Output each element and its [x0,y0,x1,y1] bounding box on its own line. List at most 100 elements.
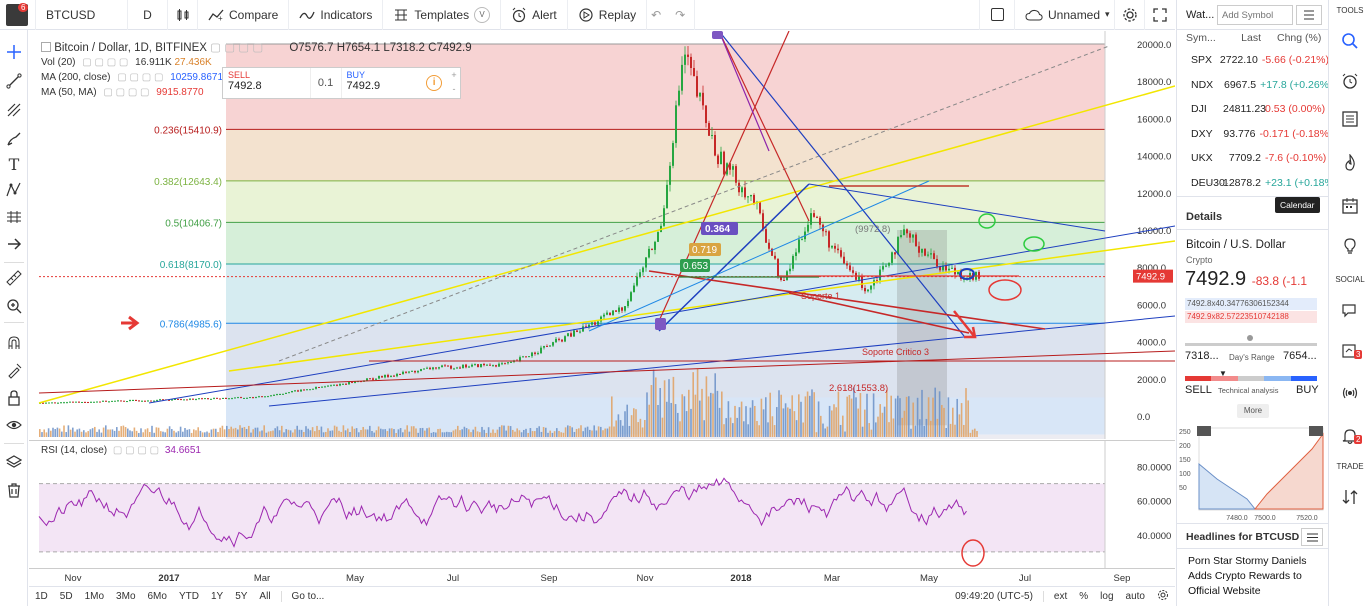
add-symbol-input[interactable] [1217,5,1293,25]
lock-icon[interactable] [4,388,24,408]
depth-y-tick: 250 [1179,429,1191,436]
pitchfork-icon[interactable] [4,100,24,120]
watchlist-row[interactable]: DXY 93.776 -0.171 (-0.18% [1177,122,1328,146]
swap-arrows-icon[interactable] [1337,484,1363,510]
ta-link[interactable]: Technical analysis [1218,386,1278,395]
volume-bar [322,432,325,437]
indicator-buttons-icon[interactable]: ▢ ▢ ▢ ▢ [117,72,163,83]
headline-link[interactable]: Porn Star Stormy Daniels Adds Crypto Rew… [1188,554,1324,599]
watchlist-row[interactable]: NDX 6967.5 +17.8 (+0.26% [1177,73,1328,97]
legend-collapse-icon[interactable] [41,42,51,52]
ext-toggle[interactable]: ext [1042,591,1073,602]
legend-buttons-icon[interactable]: ▢ ▢ ▢ ▢ [210,40,286,54]
widget-size-controls[interactable]: + - [448,68,460,98]
crosshair-icon[interactable] [4,42,24,62]
interval-button[interactable]: D [128,0,168,30]
magnet-icon[interactable] [4,333,24,353]
range-5d[interactable]: 5D [54,591,79,602]
sell-button[interactable]: SELL 7492.8 [223,68,311,98]
range-6mo[interactable]: 6Mo [142,591,173,602]
volume-bar [283,432,285,437]
buy-button[interactable]: BUY 7492.9 [340,68,421,98]
trend-line-icon[interactable] [4,71,24,91]
ruler-icon[interactable] [4,268,24,288]
fullscreen-toggle[interactable] [979,0,1015,30]
lightbulb-icon[interactable] [1337,233,1363,259]
range-3mo[interactable]: 3Mo [110,591,141,602]
range-ytd[interactable]: YTD [173,591,205,602]
chart-style-button[interactable] [168,0,198,30]
indicators-button[interactable]: Indicators [289,0,384,30]
layout-menu[interactable]: Unnamed ▾ [1015,0,1115,30]
watchlist-row[interactable]: DJI 24811.23 0.53 (0.00%) [1177,97,1328,121]
volume-bar [787,407,789,437]
rsi-buttons-icon[interactable]: ▢ ▢ ▢ ▢ [113,445,159,456]
zoom-icon[interactable] [4,296,24,316]
price-chart[interactable]: 0.236(15410.9) 0.382(12643.4) 0.5(10406.7)… [29,31,1175,439]
list-menu-icon[interactable] [1296,5,1322,25]
user-avatar[interactable]: 6 [0,0,36,30]
rsi-canvas[interactable]: 80.0000 60.0000 40.0000 [29,441,1175,568]
details-title[interactable]: Details [1186,211,1222,223]
compare-button[interactable]: + Compare [198,0,290,30]
column-change[interactable]: Chng (%) [1261,32,1321,44]
gear-icon[interactable] [1151,589,1175,604]
range-1d[interactable]: 1D [29,591,54,602]
column-last[interactable]: Last [1223,32,1261,44]
volume-bar [193,429,195,437]
time-axis[interactable]: Nov 2017 Mar May Jul Sep Nov 2018 Mar May Jul Sep [29,568,1175,586]
stay-in-drawing-icon[interactable] [4,361,24,381]
bell-icon[interactable]: 2 [1337,423,1363,449]
symbol-search[interactable]: BTCUSD [36,0,128,30]
arrow-right-icon[interactable] [4,234,24,254]
watchlist-row[interactable]: UKX 7709.2 -7.6 (-0.10%) [1177,146,1328,170]
calendar-icon[interactable] [1337,193,1363,219]
chat-icon[interactable] [1337,298,1363,324]
volume-bar [498,426,501,437]
indicator-buttons-icon[interactable]: ▢ ▢ ▢ ▢ [103,87,149,98]
data-window-icon[interactable] [1337,106,1363,132]
volume-bar [263,425,265,437]
replay-button[interactable]: Replay [568,0,648,30]
search-icon[interactable] [1337,28,1363,54]
watchlist-title[interactable]: Wat... [1186,9,1214,21]
alarm-clock-icon[interactable] [1337,68,1363,94]
notification-badge: 3 [1354,350,1363,359]
brush-icon[interactable] [4,129,24,149]
rsi-pane[interactable]: 80.0000 60.0000 40.0000 RSI (14, close) ▢ … [29,440,1175,568]
range-all[interactable]: All [253,591,276,602]
range-5y[interactable]: 5Y [229,591,253,602]
range-1y[interactable]: 1Y [205,591,229,602]
text-icon[interactable]: T [4,154,24,174]
settings-button[interactable] [1115,0,1145,30]
flame-icon[interactable] [1337,150,1363,176]
watchlist-row[interactable]: SPX 2722.10 -5.66 (-0.21%) [1177,48,1328,72]
percent-toggle[interactable]: % [1073,591,1094,602]
volume-bar [382,429,384,437]
more-button[interactable]: More [1237,404,1269,418]
indicator-buttons-icon[interactable]: ▢ ▢ ▢ ▢ [82,57,128,68]
column-symbol[interactable]: Sym... [1177,32,1223,44]
clock-display[interactable]: 09:49:20 (UTC-5) [949,591,1039,602]
layers-icon[interactable] [4,452,24,472]
prediction-icon[interactable] [4,207,24,227]
alert-button[interactable]: Alert [501,0,568,30]
templates-button[interactable]: Templates V [383,0,502,30]
info-icon[interactable]: i [420,68,448,98]
undo-icon[interactable]: ↶ [647,0,671,30]
redo-icon[interactable]: ↷ [671,0,696,30]
candle-body [864,287,866,292]
ideas-icon[interactable]: 3 [1337,338,1363,364]
goto-button[interactable]: Go to... [280,591,331,602]
templates-dropdown-icon[interactable]: V [474,6,491,23]
eye-icon[interactable] [4,415,24,435]
range-1mo[interactable]: 1Mo [79,591,110,602]
list-menu-icon[interactable] [1301,528,1323,546]
maximize-button[interactable] [1145,0,1175,30]
candle-body [945,265,947,271]
auto-toggle[interactable]: auto [1120,591,1151,602]
broadcast-icon[interactable] [1337,380,1363,406]
pattern-icon[interactable] [4,180,24,200]
trash-icon[interactable] [4,480,24,500]
log-toggle[interactable]: log [1094,591,1119,602]
